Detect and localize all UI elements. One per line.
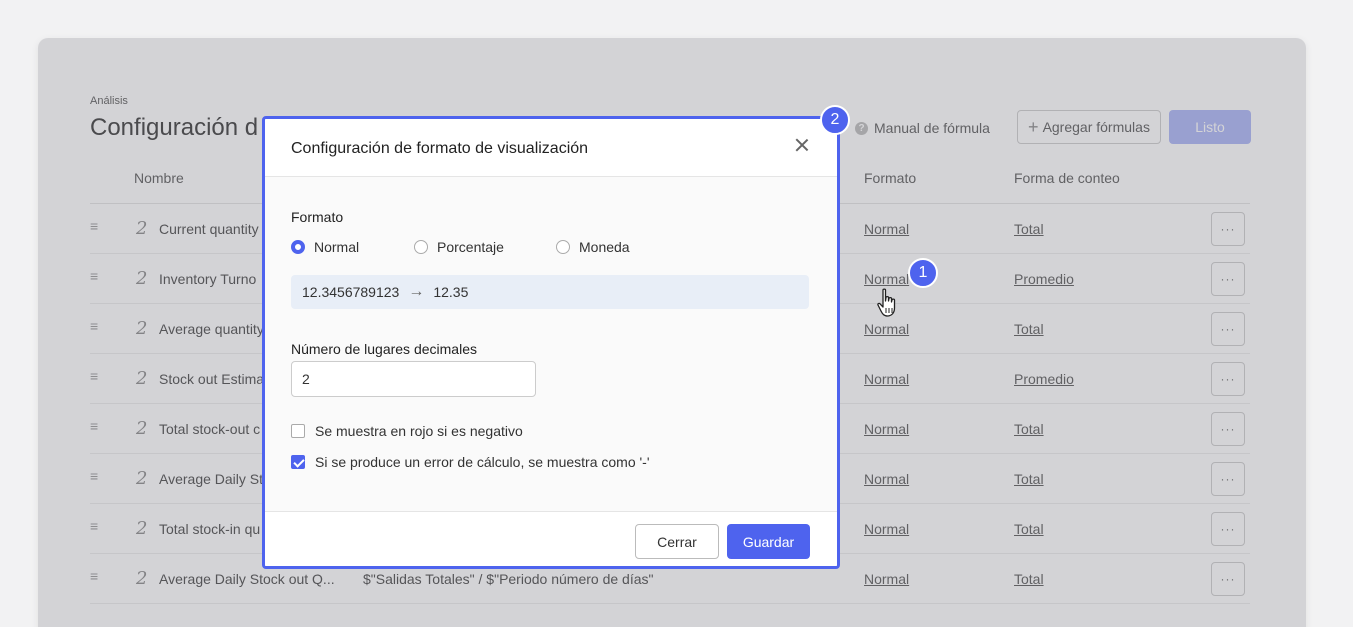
step-badge-2: 2	[820, 105, 850, 135]
preview-input: 12.3456789123	[302, 284, 400, 300]
cancel-button[interactable]: Cerrar	[635, 524, 719, 559]
format-settings-dialog: Configuración de formato de visualizació…	[262, 116, 840, 569]
dialog-footer: Cerrar Guardar	[265, 511, 837, 566]
dialog-title: Configuración de formato de visualizació…	[291, 140, 589, 157]
radio-selected-icon	[291, 240, 305, 254]
arrow-right-icon: →	[408, 283, 425, 300]
radio-percentage-label: Porcentaje	[437, 239, 504, 255]
checkbox-unchecked-icon	[291, 424, 305, 438]
preview-output: 12.35	[433, 284, 469, 300]
error-dash-checkbox[interactable]: Si se produce un error de cálculo, se mu…	[291, 454, 650, 470]
step-badge-1: 1	[908, 258, 938, 288]
radio-unselected-icon	[414, 240, 428, 254]
radio-currency[interactable]: Moneda	[556, 239, 630, 255]
save-button[interactable]: Guardar	[727, 524, 810, 559]
format-label: Formato	[291, 209, 344, 225]
radio-currency-label: Moneda	[579, 239, 630, 255]
radio-normal-label: Normal	[314, 239, 360, 255]
decimals-input[interactable]	[291, 361, 536, 397]
decimals-label: Número de lugares decimales	[291, 341, 477, 357]
hand-cursor-icon	[877, 288, 896, 317]
dialog-header: Configuración de formato de visualizació…	[265, 119, 837, 177]
negative-red-checkbox[interactable]: Se muestra en rojo si es negativo	[291, 423, 523, 439]
radio-normal[interactable]: Normal	[291, 239, 359, 255]
checkbox-checked-icon	[291, 455, 305, 469]
negative-red-label: Se muestra en rojo si es negativo	[315, 423, 523, 439]
radio-unselected-icon	[556, 240, 570, 254]
format-preview: 12.3456789123 → 12.35	[291, 275, 809, 309]
close-icon[interactable]	[793, 136, 811, 154]
error-dash-label: Si se produce un error de cálculo, se mu…	[315, 454, 650, 470]
radio-percentage[interactable]: Porcentaje	[414, 239, 504, 255]
